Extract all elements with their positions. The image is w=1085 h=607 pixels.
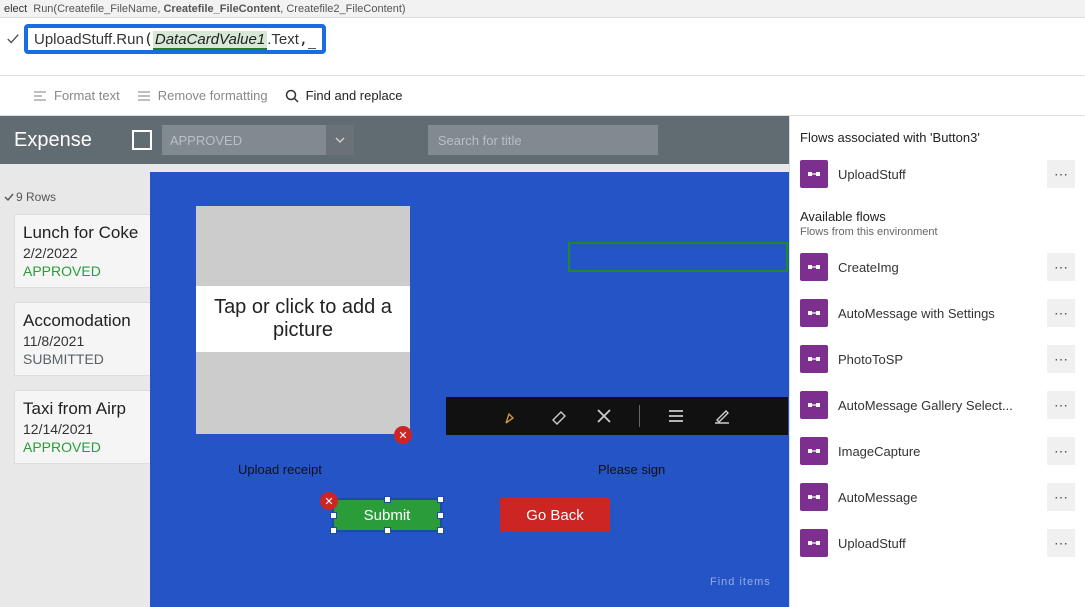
flow-icon — [800, 391, 828, 419]
flow-name: AutoMessage with Settings — [838, 306, 1037, 321]
flow-row[interactable]: CreateImg ⋯ — [800, 248, 1075, 286]
formula-bar[interactable]: UploadStuff.Run(DataCardValue1.Text, — [0, 18, 1085, 76]
app-header: Expense APPROVED Search for title — [0, 116, 789, 164]
signature-input[interactable] — [568, 242, 788, 272]
flow-name: AutoMessage Gallery Select... — [838, 398, 1037, 413]
flow-icon — [800, 529, 828, 557]
app-canvas: Expense APPROVED Search for title 9 Rows… — [0, 116, 789, 607]
flow-row[interactable]: UploadStuff ⋯ — [800, 155, 1075, 193]
flows-panel: Flows associated with 'Button3' UploadSt… — [789, 116, 1085, 607]
flow-name: ImageCapture — [838, 444, 1037, 459]
image-upload[interactable]: Tap or click to add a picture ✕ — [196, 206, 410, 434]
more-button[interactable]: ⋯ — [1047, 299, 1075, 327]
list-item[interactable]: Accomodation 11/8/2021 SUBMITTED — [14, 302, 154, 376]
check-icon[interactable] — [6, 32, 20, 46]
status-dropdown[interactable]: APPROVED — [162, 125, 354, 155]
edit-icon[interactable] — [712, 406, 732, 426]
form-panel: Tap or click to add a picture ✕ Upload r… — [150, 172, 789, 607]
more-button[interactable]: ⋯ — [1047, 483, 1075, 511]
more-button[interactable]: ⋯ — [1047, 529, 1075, 557]
flow-row[interactable]: AutoMessage Gallery Select... ⋯ — [800, 386, 1075, 424]
more-button[interactable]: ⋯ — [1047, 437, 1075, 465]
flow-name: PhotoToSP — [838, 352, 1037, 367]
flow-icon — [800, 483, 828, 511]
close-icon[interactable] — [595, 407, 613, 425]
find-items-label: Find items — [710, 576, 771, 588]
list-item[interactable]: Taxi from Airp 12/14/2021 APPROVED — [14, 390, 154, 464]
pen-icon[interactable] — [503, 406, 523, 426]
flow-name: CreateImg — [838, 260, 1037, 275]
flow-name: AutoMessage — [838, 490, 1037, 505]
format-icon — [32, 88, 48, 104]
flow-name: UploadStuff — [838, 536, 1037, 551]
more-button[interactable]: ⋯ — [1047, 391, 1075, 419]
expense-list: Lunch for Coke 2/2/2022 APPROVED Accomod… — [14, 214, 154, 478]
app-title: Expense — [14, 129, 92, 152]
row-count: 9 Rows — [4, 190, 56, 204]
search-input[interactable]: Search for title — [428, 125, 658, 155]
more-button[interactable]: ⋯ — [1047, 253, 1075, 281]
remove-format-icon — [136, 88, 152, 104]
remove-formatting-button: Remove formatting — [136, 88, 268, 104]
flow-row[interactable]: ImageCapture ⋯ — [800, 432, 1075, 470]
available-flows-sub: Flows from this environment — [800, 226, 1075, 238]
find-replace-button[interactable]: Find and replace — [284, 88, 403, 104]
flow-icon — [800, 345, 828, 373]
signature-toolbar — [446, 397, 788, 435]
flow-icon — [800, 160, 828, 188]
list-item[interactable]: Lunch for Coke 2/2/2022 APPROVED — [14, 214, 154, 288]
flow-icon — [800, 253, 828, 281]
format-text-button: Format text — [32, 88, 120, 104]
flow-row[interactable]: UploadStuff ⋯ — [800, 524, 1075, 562]
flow-name: UploadStuff — [838, 167, 1037, 182]
submit-button[interactable]: Submit — [332, 498, 442, 532]
upload-prompt: Tap or click to add a picture — [196, 286, 410, 352]
eraser-icon[interactable] — [549, 406, 569, 426]
more-button[interactable]: ⋯ — [1047, 160, 1075, 188]
flow-row[interactable]: AutoMessage ⋯ — [800, 478, 1075, 516]
flow-row[interactable]: AutoMessage with Settings ⋯ — [800, 294, 1075, 332]
error-badge-icon[interactable]: ✕ — [394, 426, 412, 444]
signature-hint-bar: elect Run(Createfile_FileName, Createfil… — [0, 0, 1085, 18]
flow-icon — [800, 437, 828, 465]
signature-text: Run(Createfile_FileName, Createfile_File… — [33, 3, 405, 15]
error-badge-icon[interactable]: ✕ — [320, 492, 338, 510]
chevron-down-icon — [326, 125, 354, 155]
goback-button[interactable]: Go Back — [500, 498, 610, 532]
formula-input[interactable]: UploadStuff.Run(DataCardValue1.Text, — [24, 24, 326, 54]
filter-checkbox[interactable] — [132, 130, 152, 150]
flow-row[interactable]: PhotoToSP ⋯ — [800, 340, 1075, 378]
lines-icon[interactable] — [666, 406, 686, 426]
associated-flows-title: Flows associated with 'Button3' — [800, 130, 1075, 145]
sign-label: Please sign — [598, 462, 665, 477]
flow-icon — [800, 299, 828, 327]
sig-left-label: elect — [4, 3, 27, 15]
available-flows-title: Available flows — [800, 209, 1075, 224]
upload-label: Upload receipt — [238, 462, 322, 477]
search-icon — [284, 88, 300, 104]
formula-toolbar: Format text Remove formatting Find and r… — [0, 76, 1085, 116]
more-button[interactable]: ⋯ — [1047, 345, 1075, 373]
separator — [639, 405, 640, 427]
